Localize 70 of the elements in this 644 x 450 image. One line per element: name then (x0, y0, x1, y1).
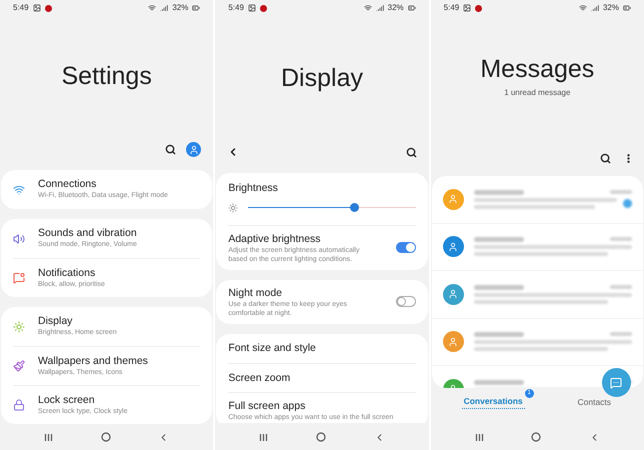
record-icon (475, 4, 482, 12)
toggle-switch[interactable] (396, 296, 416, 308)
settings-item[interactable]: Font size and style (228, 334, 416, 363)
signal-icon (376, 4, 384, 12)
screen-title: Messages (480, 57, 594, 82)
battery-icon (622, 4, 631, 12)
recent-apps-icon[interactable] (44, 432, 53, 442)
screen-title: Display (281, 66, 363, 90)
recent-apps-icon[interactable] (259, 432, 268, 442)
brightness-label: Brightness (228, 181, 279, 196)
signal-icon (160, 4, 168, 12)
slider-thumb[interactable] (350, 203, 359, 212)
chat-icon (610, 376, 622, 388)
blurred-name (474, 332, 524, 338)
item-title: Notifications (38, 266, 96, 280)
lock-icon (13, 399, 25, 412)
record-icon (44, 4, 52, 12)
blurred-name (474, 284, 524, 290)
status-time: 5:49 (13, 2, 29, 14)
battery-level: 32% (388, 2, 404, 14)
item-title: Night mode (228, 286, 284, 300)
toggle-switch[interactable] (396, 242, 416, 254)
blurred-time (610, 332, 632, 336)
settings-item[interactable]: Screen zoom (228, 362, 416, 392)
item-title: Wallpapers and themes (38, 354, 148, 368)
speaker-icon (13, 232, 25, 245)
item-title: Full screen apps (228, 398, 306, 413)
record-icon (260, 4, 267, 12)
battery-level: 32% (172, 2, 188, 14)
blurred-time (610, 284, 632, 289)
search-icon[interactable] (406, 146, 417, 158)
blurred-time (610, 237, 632, 242)
paintbrush-icon (13, 360, 25, 372)
search-icon[interactable] (600, 152, 611, 164)
screen-title: Settings (61, 64, 152, 90)
wifi-icon (148, 4, 156, 12)
battery-level: 32% (602, 2, 619, 14)
notification-icon (13, 272, 25, 284)
item-title: Sounds and vibration (38, 227, 137, 240)
item-title: Connections (38, 178, 98, 192)
battery-icon (408, 4, 416, 12)
profile-icon[interactable] (186, 142, 202, 158)
item-title: Display (38, 315, 74, 328)
wifi-icon (578, 4, 587, 12)
sun-icon (13, 320, 25, 333)
item-title: Lock screen (38, 394, 96, 407)
item-title: Screen zoom (228, 370, 292, 385)
recent-apps-icon[interactable] (474, 432, 484, 442)
signal-icon (590, 4, 599, 12)
search-icon[interactable] (165, 144, 176, 156)
home-icon[interactable] (100, 432, 111, 442)
image-icon (32, 4, 41, 12)
tab[interactable]: Contacts (575, 396, 614, 408)
blurred-name (474, 190, 524, 195)
item-title: Font size and style (228, 341, 317, 356)
status-time: 5:49 (444, 2, 460, 14)
image-icon (248, 4, 256, 12)
image-icon (463, 4, 472, 12)
home-icon[interactable] (316, 432, 326, 442)
blurred-time (610, 190, 632, 194)
tab[interactable]: Conversations (462, 395, 525, 409)
home-icon[interactable] (531, 432, 542, 442)
item-title: Adaptive brightness (228, 232, 322, 246)
screen-subtitle: 1 unread message (504, 87, 570, 99)
status-time: 5:49 (228, 2, 244, 14)
wifi-icon (364, 4, 372, 12)
blurred-name (474, 380, 524, 385)
battery-icon (192, 4, 200, 12)
sun-icon (228, 202, 238, 213)
blurred-name (474, 237, 524, 242)
